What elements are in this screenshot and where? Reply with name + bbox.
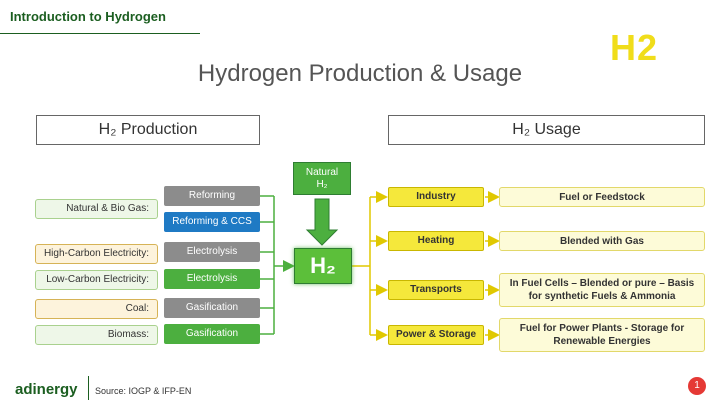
natural-h2-line1: Natural [305,167,339,178]
footer-logo: adinergy [15,381,78,398]
source-high-carbon-electricity: High-Carbon Electricity: [35,244,158,264]
process-electrolysis-high-carbon: Electrolysis [164,242,260,262]
outcome-power-storage: Fuel for Power Plants - Storage for Rene… [499,318,705,352]
process-reforming-ccs: Reforming & CCS [164,212,260,232]
source-natural-bio-gas: Natural & Bio Gas: [35,199,158,219]
header-title: Introduction to Hydrogen [10,9,166,24]
natural-h2-line2: H₂ [316,179,328,190]
usage-power-storage: Power & Storage [388,325,484,345]
process-gasification-biomass: Gasification [164,324,260,344]
outcome-heating: Blended with Gas [499,231,705,251]
process-reforming: Reforming [164,186,260,206]
footer-divider [88,376,89,400]
outcome-industry: Fuel or Feedstock [499,187,705,207]
process-gasification-coal: Gasification [164,298,260,318]
natural-h2-box: Natural H₂ [293,162,351,195]
h2-center-node: H₂ [294,248,352,284]
outcome-transports: In Fuel Cells – Blended or pure – Basis … [499,273,705,307]
page-number-badge: 1 [688,377,706,395]
usage-transports: Transports [388,280,484,300]
process-electrolysis-low-carbon: Electrolysis [164,269,260,289]
usage-industry: Industry [388,187,484,207]
usage-connectors [352,191,500,341]
source-coal: Coal: [35,299,158,319]
down-arrow-icon [305,198,339,246]
production-connectors [260,195,295,335]
usage-header: H₂ Usage [388,115,705,145]
footer-source: Source: IOGP & IFP-EN [95,386,192,396]
production-header: H₂ Production [36,115,260,145]
source-biomass: Biomass: [35,325,158,345]
source-low-carbon-electricity: Low-Carbon Electricity: [35,270,158,290]
usage-heating: Heating [388,231,484,251]
page-title: Hydrogen Production & Usage [197,60,523,87]
